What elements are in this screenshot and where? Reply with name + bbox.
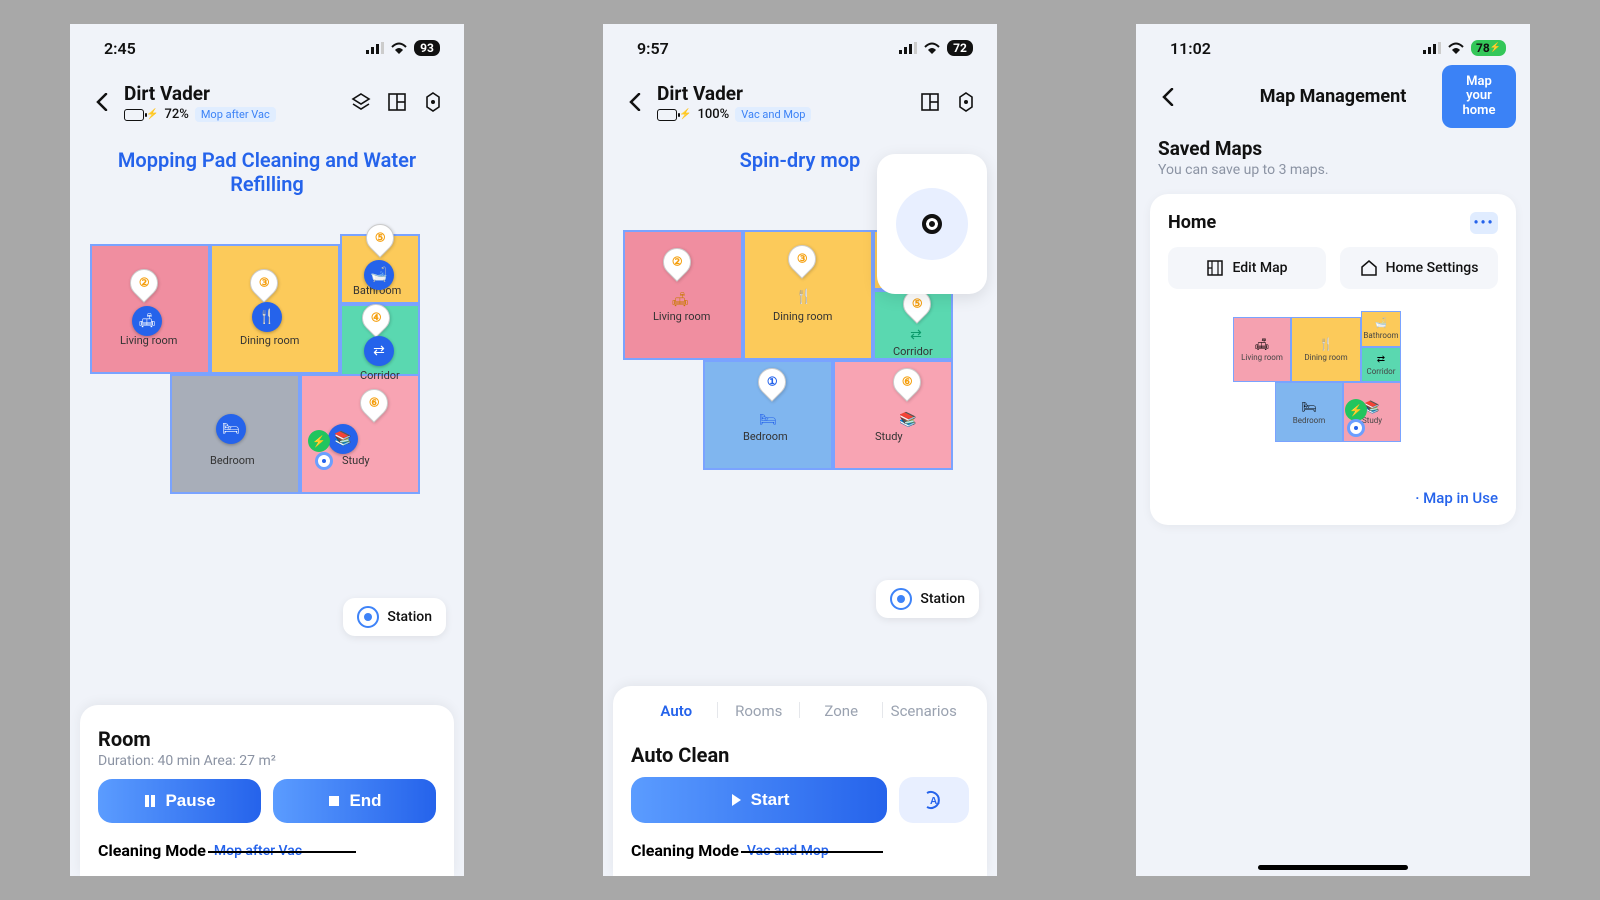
mode-tabs: Auto Rooms Zone Scenarios <box>635 698 965 731</box>
map-home-button[interactable]: Map your home <box>1442 65 1516 128</box>
station-button[interactable]: Station <box>343 598 446 636</box>
cleaning-mode-value: Mop after Vac <box>210 843 306 859</box>
svg-text:AI: AI <box>930 796 940 807</box>
books-icon: 📚 <box>328 424 358 454</box>
status-time: 9:57 <box>637 39 669 58</box>
end-button[interactable]: End <box>273 779 436 823</box>
room-label: Corridor <box>360 369 400 382</box>
back-button[interactable] <box>623 90 647 114</box>
books-icon: 📚 <box>893 405 923 435</box>
more-menu-button[interactable]: ••• <box>1470 212 1498 234</box>
mode-title: Room <box>98 727 436 751</box>
tab-rooms[interactable]: Rooms <box>718 698 801 730</box>
phone-screen-3: 11:02 78⚡ Map Management Map your home S… <box>1136 24 1530 876</box>
door-icon: ⇄ <box>901 320 931 350</box>
map-in-use-label: · Map in Use <box>1168 489 1498 507</box>
robot-icon-ring <box>896 188 968 260</box>
header: Dirt Vader ⚡ 72% Mop after Vac <box>70 72 464 132</box>
home-settings-button[interactable]: Home Settings <box>1340 247 1498 289</box>
robot-icon <box>1347 419 1365 437</box>
wifi-icon <box>1447 42 1465 54</box>
home-indicator[interactable] <box>1258 865 1408 870</box>
battery-icon <box>124 109 144 121</box>
dock-icon: ⚡ <box>1345 399 1367 421</box>
station-button[interactable]: Station <box>876 580 979 618</box>
fork-knife-icon: 🍴 <box>252 302 282 332</box>
station-label: Station <box>387 609 432 625</box>
map-card-title: Home <box>1168 212 1498 233</box>
battery-icon <box>657 109 677 121</box>
edit-map-button[interactable]: Edit Map <box>1168 247 1326 289</box>
cellular-icon <box>1423 42 1441 54</box>
dock-icon: ⚡ <box>308 430 330 452</box>
pause-button[interactable]: Pause <box>98 779 261 823</box>
bottom-card: Room Duration: 40 min Area: 27 m² Pause … <box>80 705 454 876</box>
door-icon: ⇄ <box>364 336 394 366</box>
layers-icon[interactable] <box>350 91 372 113</box>
layout-icon[interactable] <box>386 91 408 113</box>
robot-core-icon <box>922 214 942 234</box>
cleaning-mode-value: Vac and Mop <box>743 843 833 859</box>
status-time: 11:02 <box>1170 39 1211 58</box>
phone-screen-1: 2:45 93 Dirt Vader ⚡ 72% Mop after Vac M… <box>70 24 464 876</box>
settings-icon[interactable] <box>955 91 977 113</box>
map-card: Home ••• Edit Map Home Settings 🛋Living … <box>1150 194 1516 525</box>
battery-pill: 72 <box>947 40 973 56</box>
start-button[interactable]: Start <box>631 777 887 823</box>
charge-icon: ⚡ <box>146 109 158 120</box>
device-name: Dirt Vader <box>657 82 909 105</box>
room-label: Dining room <box>240 334 299 347</box>
robot-popup[interactable] <box>877 154 987 294</box>
thumbnail-map[interactable]: 🛋Living room 🍴Dining room 🛁Bathroom ⇄Cor… <box>1233 317 1433 467</box>
header: Dirt Vader ⚡ 100% Vac and Mop <box>603 72 997 132</box>
tab-scenarios[interactable]: Scenarios <box>883 698 966 730</box>
section-subtitle: You can save up to 3 maps. <box>1136 162 1530 188</box>
room-label: Bedroom <box>210 454 255 467</box>
phone-screen-2: 9:57 72 Dirt Vader ⚡ 100% Vac and Mop Sp… <box>603 24 997 876</box>
bottom-card: Auto Rooms Zone Scenarios Auto Clean Sta… <box>613 686 987 876</box>
sofa-icon: 🛋 <box>665 285 695 315</box>
status-banner: Mopping Pad Cleaning and Water Refilling <box>70 132 464 204</box>
battery-pill: 93 <box>414 40 440 56</box>
station-icon <box>357 606 379 628</box>
header: Map Management Map your home <box>1136 72 1530 121</box>
bed-icon: 🛏 <box>216 414 246 444</box>
status-bar: 9:57 72 <box>603 24 997 72</box>
status-bar: 2:45 93 <box>70 24 464 72</box>
mode-chip: Mop after Vac <box>195 107 276 122</box>
cleaning-mode-label: Cleaning Mode <box>631 841 739 860</box>
mode-sub: Duration: 40 min Area: 27 m² <box>98 753 436 769</box>
device-name: Dirt Vader <box>124 82 340 105</box>
battery-pill: 78⚡ <box>1471 40 1506 56</box>
cellular-icon <box>899 42 917 54</box>
ai-button[interactable]: AI <box>899 777 969 823</box>
room-label: Study <box>342 454 370 467</box>
bed-icon: 🛏 <box>753 405 783 435</box>
battery-pct: 72% <box>164 107 188 122</box>
mode-chip: Vac and Mop <box>735 107 811 122</box>
status-time: 2:45 <box>104 39 136 58</box>
battery-pct: 100% <box>697 107 729 122</box>
charge-icon: ⚡ <box>679 109 691 120</box>
wifi-icon <box>390 42 408 54</box>
page-title: Map Management <box>1260 86 1407 107</box>
robot-icon <box>315 452 333 470</box>
station-icon <box>890 588 912 610</box>
cleaning-mode-label: Cleaning Mode <box>98 841 206 860</box>
tab-auto[interactable]: Auto <box>635 698 718 730</box>
back-button[interactable] <box>1156 85 1180 109</box>
mode-title: Auto Clean <box>631 743 969 767</box>
wifi-icon <box>923 42 941 54</box>
layout-icon[interactable] <box>919 91 941 113</box>
room-label: Living room <box>120 334 177 347</box>
fork-knife-icon: 🍴 <box>789 282 819 312</box>
sofa-icon: 🛋 <box>132 306 162 336</box>
settings-icon[interactable] <box>422 91 444 113</box>
bath-icon: 🛁 <box>364 260 394 290</box>
tab-zone[interactable]: Zone <box>800 698 883 730</box>
back-button[interactable] <box>90 90 114 114</box>
station-label: Station <box>920 591 965 607</box>
floorplan-map[interactable]: Living room Dining room Bathroom Corrido… <box>70 214 464 534</box>
cellular-icon <box>366 42 384 54</box>
